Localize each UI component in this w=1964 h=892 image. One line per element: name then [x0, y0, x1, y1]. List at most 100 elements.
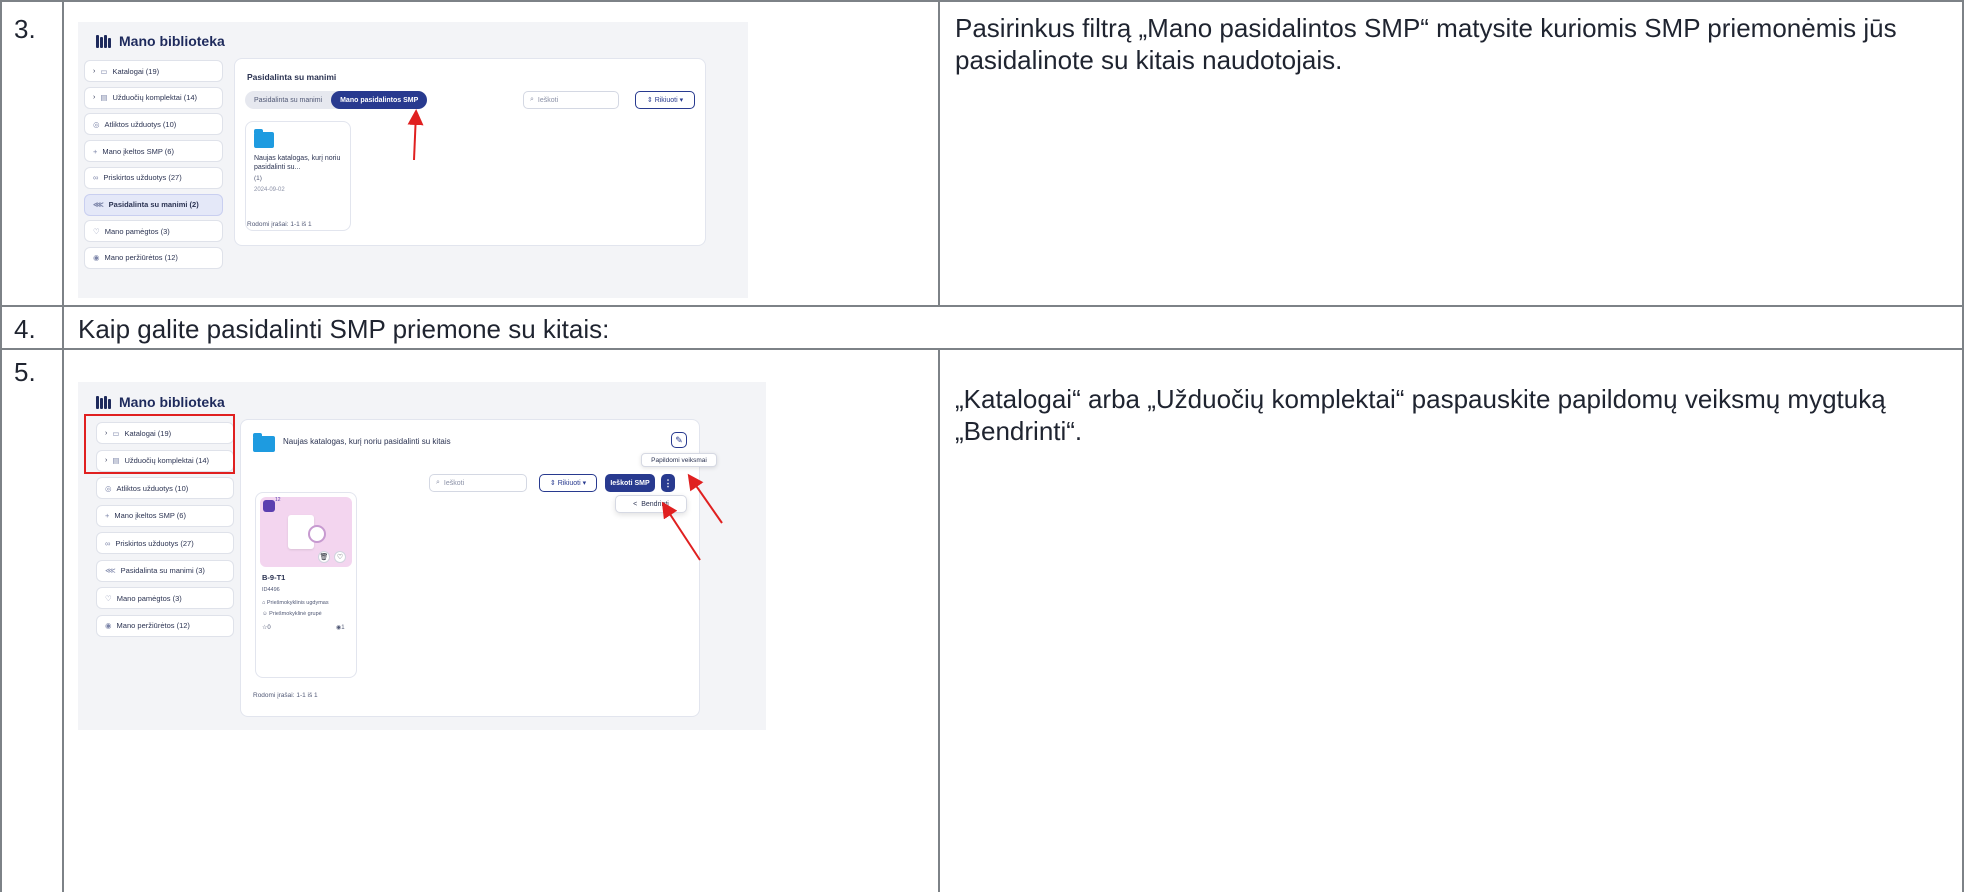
- share-icon: <: [633, 500, 638, 508]
- heart-icon: ♡: [93, 226, 100, 236]
- sidebar-item-label: Mano peržiūrėtos (12): [104, 253, 178, 263]
- check-circle-icon: ◎: [105, 483, 112, 493]
- edit-button[interactable]: ✎: [671, 432, 687, 448]
- item-views: ◉1: [336, 625, 345, 631]
- bundle-icon: [263, 500, 275, 512]
- folder-outline-icon: ▭: [100, 66, 108, 76]
- stack-icon: ▤: [100, 93, 108, 103]
- item-date: 2024-09-02: [254, 187, 285, 193]
- row-description: Kaip galite pasidalinti SMP priemone su …: [78, 314, 610, 344]
- sidebar-item-label: Priskirtos užduotys (27): [103, 173, 182, 183]
- search-smp-button[interactable]: Ieškoti SMP: [605, 474, 655, 492]
- sort-dropdown[interactable]: ⇕ Rikiuoti ▾: [635, 91, 695, 109]
- sidebar-item-label: Atliktos užduotys (10): [104, 119, 177, 129]
- sidebar-item[interactable]: ♡ Mano pamėgtos (3): [96, 587, 234, 609]
- sidebar-item-label: Pasidalinta su manimi (2): [108, 200, 199, 209]
- sidebar-item[interactable]: ♡ Mano pamėgtos (3): [84, 220, 223, 243]
- sidebar-item[interactable]: ◎ Atliktos užduotys (10): [96, 477, 234, 499]
- books-icon: [96, 34, 111, 48]
- tooltip: Papildomi veiksmai: [641, 453, 717, 467]
- library-title: Mano biblioteka: [96, 394, 225, 410]
- sidebar-item[interactable]: ⋘ Pasidalinta su manimi (3): [96, 559, 234, 582]
- search-input[interactable]: ⌕ Ieškoti: [523, 91, 619, 109]
- share-icon: ⋘: [93, 200, 104, 209]
- heart-icon: ♡: [105, 593, 112, 603]
- catalog-detail-card: Naujas katalogas, kurį noriu pasidalinti…: [240, 419, 717, 717]
- smp-item-card[interactable]: 12 🗑 ♡ B-9-T1 ID4496 ⌂ Priešmokyklinis u…: [255, 492, 357, 678]
- plus-icon: +: [93, 146, 98, 156]
- sidebar-item[interactable]: + Mano įkeltos SMP (6): [84, 140, 223, 163]
- screenshot-share-catalog: Mano biblioteka › ▭ Katalogai (19) › ▤ Užduoč…: [78, 382, 766, 730]
- filter-segmented-control: Pasidalinta su manimi Mano pasidalintos …: [245, 91, 428, 109]
- sidebar-item[interactable]: + Mano įkeltos SMP (6): [96, 504, 234, 527]
- table-border-left: [0, 0, 2, 892]
- kebab-menu-icon: ⋮: [663, 477, 673, 488]
- row-description: Pasirinkus filtrą „Mano pasidalintos SMP…: [955, 13, 1897, 75]
- clock-icon: [308, 525, 326, 543]
- segment-my-shared-smp[interactable]: Mano pasidalintos SMP: [331, 91, 428, 109]
- chevron-down-icon: ▾: [677, 97, 684, 104]
- item-thumbnail: 12 🗑 ♡: [260, 497, 352, 567]
- item-tag-education: ⌂ Priešmokyklinis ugdymas: [262, 600, 329, 606]
- trash-icon[interactable]: 🗑: [318, 551, 330, 563]
- sidebar-item-label: Mano pamėgtos (3): [104, 226, 170, 236]
- sidebar-item[interactable]: › ▤ Užduočių komplektai (14): [84, 86, 223, 109]
- column-divider: [62, 0, 64, 892]
- card-title: Pasidalinta su manimi: [247, 72, 337, 82]
- sidebar-item[interactable]: ⋘ Pasidalinta su manimi (2): [84, 193, 223, 216]
- share-icon: ⋘: [105, 566, 116, 575]
- item-rating: ☆0: [262, 625, 271, 631]
- segment-shared-with-me[interactable]: Pasidalinta su manimi: [245, 91, 331, 109]
- table-border-top: [0, 0, 1964, 2]
- records-count: Rodomi įrašai: 1-1 iš 1: [247, 221, 312, 228]
- item-tag-group: ☺ Priešmokyklinė grupė: [262, 611, 322, 617]
- row-description: „Katalogai“ arba „Užduočių komplektai“ p…: [955, 384, 1886, 446]
- chevron-right-icon[interactable]: ›: [93, 94, 95, 101]
- item-title: Naujas katalogas, kurį noriu pasidalinti…: [254, 155, 341, 171]
- link-icon: ∞: [93, 173, 99, 183]
- row-divider: [0, 305, 1964, 307]
- column-divider: [938, 348, 940, 892]
- library-title: Mano biblioteka: [96, 33, 225, 49]
- sidebar-item-label: Katalogai (19): [112, 66, 160, 76]
- chevron-down-icon: ▾: [580, 480, 587, 487]
- search-icon: ⌕: [436, 479, 440, 486]
- catalog-title: Naujas katalogas, kurį noriu pasidalinti…: [283, 437, 451, 446]
- sidebar-item[interactable]: ◉ Mano peržiūrėtos (12): [84, 246, 223, 269]
- sidebar-item[interactable]: ◉ Mano peržiūrėtos (12): [96, 614, 234, 637]
- sidebar-item[interactable]: ◎ Atliktos užduotys (10): [84, 113, 223, 136]
- sidebar-item[interactable]: ∞ Priskirtos užduotys (27): [84, 166, 223, 189]
- share-menu-item[interactable]: < Bendrinti: [615, 495, 687, 513]
- more-actions-button[interactable]: ⋮: [661, 474, 675, 492]
- search-input[interactable]: ⌕ Ieškoti: [429, 474, 527, 492]
- column-divider: [938, 0, 940, 305]
- heart-icon[interactable]: ♡: [334, 551, 346, 563]
- row-number: 4.: [14, 314, 36, 344]
- link-icon: ∞: [105, 538, 111, 548]
- check-circle-icon: ◎: [93, 119, 100, 129]
- sidebar-item-label: Mano įkeltos SMP (6): [102, 146, 174, 156]
- sidebar-item-label: Mano peržiūrėtos (12): [116, 621, 190, 630]
- search-icon: ⌕: [530, 96, 534, 103]
- pencil-icon: ✎: [675, 434, 683, 445]
- eye-icon: ◉: [105, 621, 112, 630]
- row-number: 3.: [14, 14, 36, 44]
- plus-icon: +: [105, 511, 110, 520]
- folder-icon: [254, 129, 274, 148]
- eye-icon: ◉: [93, 253, 100, 263]
- sidebar-item[interactable]: ∞ Priskirtos užduotys (27): [96, 532, 234, 554]
- sidebar-item-label: Pasidalinta su manimi (3): [120, 566, 205, 575]
- row-divider: [0, 348, 1964, 350]
- highlight-box: [84, 414, 235, 474]
- sort-dropdown[interactable]: ⇕ Rikiuoti ▾: [539, 474, 597, 492]
- row-number: 5.: [14, 357, 36, 387]
- catalog-item-card[interactable]: Naujas katalogas, kurį noriu pasidalinti…: [245, 121, 351, 231]
- sidebar-item-label: Atliktos užduotys (10): [116, 483, 189, 493]
- chevron-right-icon[interactable]: ›: [93, 68, 95, 75]
- item-count: (1): [254, 175, 262, 182]
- item-title: B-9-T1: [262, 573, 286, 582]
- sidebar-item[interactable]: › ▭ Katalogai (19): [84, 60, 223, 82]
- sidebar-item-label: Mano pamėgtos (3): [116, 593, 182, 603]
- shared-content-card: Pasidalinta su manimi Pasidalinta su man…: [234, 58, 706, 246]
- sort-icon: ⇕: [646, 97, 655, 104]
